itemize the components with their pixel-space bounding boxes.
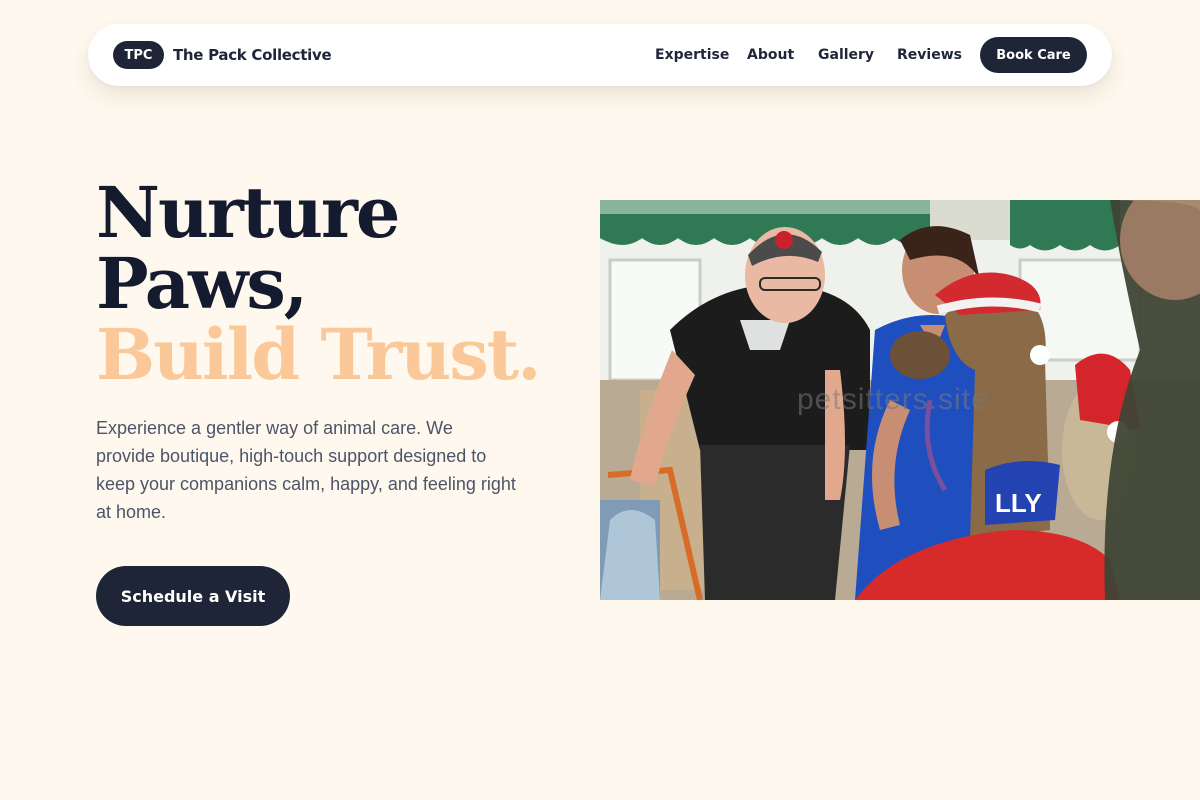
schedule-visit-button[interactable]: Schedule a Visit [96,566,290,626]
nav-link-gallery[interactable]: Gallery [818,46,874,64]
brand-logo-badge[interactable]: TPC [113,41,164,69]
hero-title-line-1: Nurture [96,171,400,254]
hero-description: Experience a gentler way of animal care.… [96,418,516,522]
brand-name[interactable]: The Pack Collective [173,46,332,64]
nav-link-expertise[interactable]: Expertise [655,46,729,64]
hero-photo: LLY petsitters.site [600,200,1200,600]
book-care-button[interactable]: Book Care [980,37,1087,73]
photo-watermark: petsitters.site [797,383,989,416]
hero-title: Nurture Paws, Build Trust. [96,171,541,396]
nav-link-reviews[interactable]: Reviews [897,46,962,64]
top-nav-bar: TPC The Pack Collective Expertise About … [88,24,1112,86]
hero-title-line-2: Paws, [96,242,308,325]
hero-title-accent-line: Build Trust. [96,313,541,396]
nav-link-about[interactable]: About [747,46,794,64]
alpaca-coat-text: LLY [995,488,1042,518]
brand[interactable]: TPC The Pack Collective [113,41,332,69]
